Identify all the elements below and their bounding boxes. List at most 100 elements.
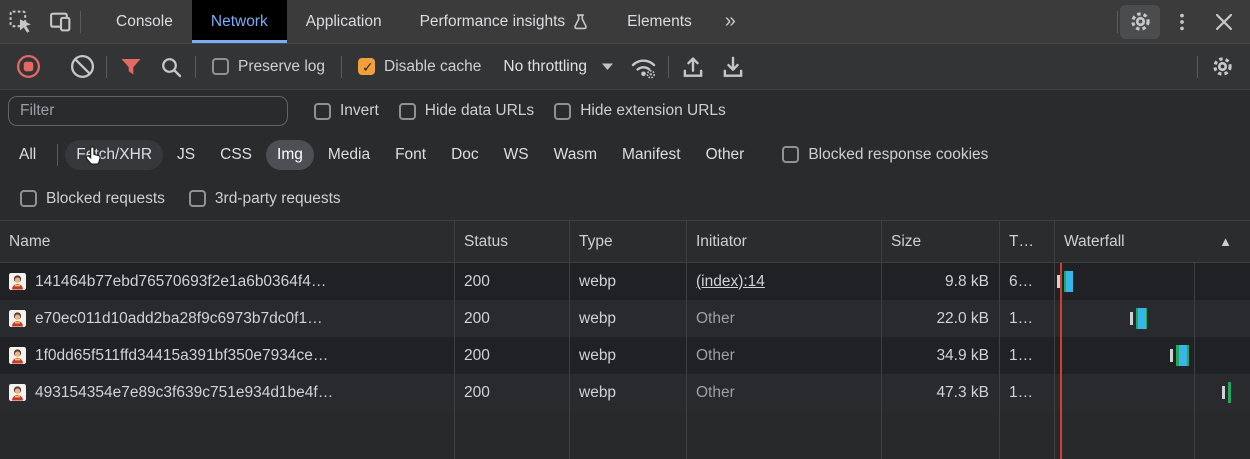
checkbox-icon[interactable] xyxy=(358,58,375,75)
type-filter-chip-other[interactable]: Other xyxy=(695,140,756,170)
filter-bar: Invert Hide data URLs Hide extension URL… xyxy=(0,90,1250,132)
throttling-dropdown[interactable]: No throttling xyxy=(493,58,624,76)
preserve-log-checkbox[interactable]: Preserve log xyxy=(200,58,337,76)
cell-type: webp xyxy=(570,263,687,300)
type-filter-chip-wasm[interactable]: Wasm xyxy=(543,140,608,170)
hide-extension-urls-checkbox[interactable]: Hide extension URLs xyxy=(544,102,736,120)
tab-application[interactable]: Application xyxy=(287,0,401,43)
settings-gear-icon[interactable] xyxy=(1120,5,1160,39)
request-row[interactable]: e70ec011d10add2ba28f9c6973b7dc0f1…200web… xyxy=(0,300,1250,337)
export-har-icon[interactable] xyxy=(713,48,753,86)
preserve-log-label: Preserve log xyxy=(238,58,325,76)
type-filter-chip-media[interactable]: Media xyxy=(317,140,381,170)
cell-waterfall xyxy=(1055,374,1250,411)
type-filter-chip-img[interactable]: Img xyxy=(266,140,314,170)
tab-label: Network xyxy=(211,13,268,31)
column-header-waterfall[interactable]: Waterfall▲ xyxy=(1055,221,1250,262)
column-header-status[interactable]: Status xyxy=(455,221,570,262)
column-divider xyxy=(881,263,882,459)
blocked-response-cookies-label: Blocked response cookies xyxy=(808,146,988,164)
inspect-element-icon[interactable] xyxy=(0,0,40,43)
disable-cache-checkbox[interactable]: Disable cache xyxy=(346,58,493,76)
cell-name: e70ec011d10add2ba28f9c6973b7dc0f1… xyxy=(0,300,455,337)
throttling-value: No throttling xyxy=(503,58,587,76)
column-header-label: Type xyxy=(579,233,613,251)
type-filter-chip-manifest[interactable]: Manifest xyxy=(611,140,692,170)
tab-label: Elements xyxy=(627,13,692,31)
hide-data-urls-checkbox[interactable]: Hide data URLs xyxy=(389,102,544,120)
request-row[interactable]: 493154354e7e89c3f639c751e934d1be4f…200we… xyxy=(0,374,1250,411)
waterfall-bar xyxy=(1179,345,1187,366)
waterfall-stalled-tick xyxy=(1130,312,1133,325)
divider xyxy=(1197,56,1198,78)
column-divider xyxy=(1054,263,1055,459)
type-filter-chip-font[interactable]: Font xyxy=(384,140,437,170)
type-filter-chip-js[interactable]: JS xyxy=(166,140,206,170)
record-network-log-icon[interactable] xyxy=(8,48,48,86)
checkbox-icon[interactable] xyxy=(399,103,416,120)
divider xyxy=(1117,11,1118,33)
network-toolbar: Preserve log Disable cache No throttling xyxy=(0,44,1250,90)
type-filter-chip-ws[interactable]: WS xyxy=(493,140,540,170)
hide-extension-urls-label: Hide extension URLs xyxy=(580,102,726,120)
type-filter-chip-css[interactable]: CSS xyxy=(209,140,263,170)
request-name: e70ec011d10add2ba28f9c6973b7dc0f1… xyxy=(35,310,323,328)
image-thumbnail xyxy=(9,310,26,327)
column-header-size[interactable]: Size xyxy=(882,221,1000,262)
cell-size: 47.3 kB xyxy=(882,374,1000,411)
more-tabs-icon[interactable]: » xyxy=(711,0,750,43)
request-row[interactable]: 141464b77ebd76570693f2e1a6b0364f4…200web… xyxy=(0,263,1250,300)
tab-performance-insights[interactable]: Performance insights xyxy=(401,0,609,43)
third-party-requests-checkbox[interactable]: 3rd-party requests xyxy=(177,190,353,208)
request-row[interactable]: 1f0dd65f511ffd34415a391bf350e7934ce…200w… xyxy=(0,337,1250,374)
divider xyxy=(80,11,81,33)
invert-checkbox[interactable]: Invert xyxy=(304,102,389,120)
resource-type-filter-bar: All Fetch/XHRJSCSSImgMediaFontDocWSWasmMa… xyxy=(0,132,1250,177)
checkbox-icon[interactable] xyxy=(189,190,206,207)
checkbox-icon[interactable] xyxy=(782,146,799,163)
tab-console[interactable]: Console xyxy=(97,0,192,43)
kebab-menu-icon[interactable] xyxy=(1162,11,1202,33)
device-toolbar-icon[interactable] xyxy=(40,0,80,43)
cell-type: webp xyxy=(570,337,687,374)
column-header-name[interactable]: Name xyxy=(0,221,455,262)
close-icon[interactable] xyxy=(1204,10,1244,34)
network-settings-gear-icon[interactable] xyxy=(1202,48,1242,86)
tab-elements[interactable]: Elements xyxy=(608,0,711,43)
hide-data-urls-label: Hide data URLs xyxy=(425,102,534,120)
cell-status: 200 xyxy=(455,337,570,374)
blocked-requests-checkbox[interactable]: Blocked requests xyxy=(8,190,177,208)
filter-funnel-icon[interactable] xyxy=(111,48,151,86)
checkbox-icon[interactable] xyxy=(20,190,37,207)
column-header-time[interactable]: T… xyxy=(1000,221,1055,262)
blocked-response-cookies-checkbox[interactable]: Blocked response cookies xyxy=(770,146,1000,164)
search-icon[interactable] xyxy=(151,48,191,86)
waterfall-stalled-tick xyxy=(1222,386,1225,399)
column-divider xyxy=(454,263,455,459)
type-filter-chip-all[interactable]: All xyxy=(8,140,47,170)
column-divider xyxy=(569,263,570,459)
request-name: 141464b77ebd76570693f2e1a6b0364f4… xyxy=(35,273,326,291)
checkbox-icon[interactable] xyxy=(554,103,571,120)
checkbox-icon[interactable] xyxy=(314,103,331,120)
column-header-initiator[interactable]: Initiator xyxy=(687,221,882,262)
import-har-icon[interactable] xyxy=(673,48,713,86)
filter-input[interactable] xyxy=(8,96,288,126)
divider xyxy=(57,144,58,166)
type-filter-chip-doc[interactable]: Doc xyxy=(440,140,490,170)
type-filter-chip-fetch-xhr[interactable]: Fetch/XHR xyxy=(65,140,163,170)
clear-network-log-icon[interactable] xyxy=(62,48,102,86)
column-header-type[interactable]: Type xyxy=(570,221,687,262)
initiator-text: Other xyxy=(696,310,735,328)
sort-arrow-icon: ▲ xyxy=(1219,234,1232,249)
checkbox-icon[interactable] xyxy=(212,58,229,75)
tab-network[interactable]: Network xyxy=(192,0,287,43)
network-conditions-icon[interactable] xyxy=(624,48,664,86)
initiator-link[interactable]: (index):14 xyxy=(696,273,765,291)
waterfall-bar xyxy=(1187,345,1189,366)
column-header-label: Size xyxy=(891,233,921,251)
cell-size: 34.9 kB xyxy=(882,337,1000,374)
cell-name: 1f0dd65f511ffd34415a391bf350e7934ce… xyxy=(0,337,455,374)
tab-label: Application xyxy=(306,13,382,31)
initiator-text: Other xyxy=(696,384,735,402)
